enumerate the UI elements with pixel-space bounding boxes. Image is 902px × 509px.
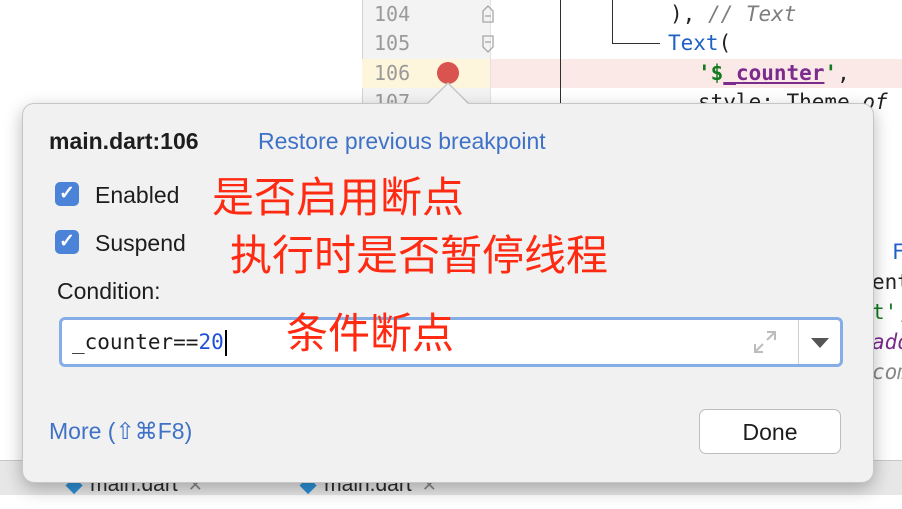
code-fragment: t', [872, 300, 902, 324]
indent-guide [612, 43, 660, 44]
condition-label: Condition: [57, 278, 161, 304]
popup-pointer-fill [427, 84, 469, 105]
line-number-106: 106 [374, 61, 411, 85]
annotation-condition: 条件断点 [286, 309, 455, 358]
text-caret [224, 330, 227, 356]
line-number-104: 104 [374, 2, 411, 26]
more-link[interactable]: More (⇧⌘F8) [49, 418, 192, 445]
breakpoint-popup: main.dart:106 Restore previous breakpoin… [22, 103, 874, 483]
code-fragment: com [872, 360, 902, 384]
code-fragment: ent [872, 270, 902, 294]
line-number-105: 105 [374, 31, 411, 55]
done-button[interactable]: Done [699, 409, 841, 454]
restore-breakpoint-link[interactable]: Restore previous breakpoint [258, 128, 546, 155]
enabled-checkbox[interactable]: ✓ [55, 182, 79, 206]
condition-input-text[interactable]: _counter==20 [72, 320, 227, 364]
code-fragment: add [872, 330, 902, 354]
breakpoint-icon[interactable] [437, 62, 459, 84]
suspend-label: Suspend [95, 230, 186, 256]
code-fragment: F [892, 240, 902, 264]
code-line-105: Text( [668, 31, 732, 55]
fold-marker-icon[interactable] [481, 5, 495, 23]
indent-guide [560, 0, 561, 110]
popup-title: main.dart:106 [49, 128, 199, 154]
fold-marker-icon[interactable] [481, 35, 495, 53]
expand-icon[interactable] [752, 329, 778, 355]
suspend-checkbox[interactable]: ✓ [55, 230, 79, 254]
annotation-enabled: 是否启用断点 [212, 173, 465, 222]
code-line-106: '$_counter', [698, 61, 850, 85]
condition-history-dropdown[interactable] [799, 320, 840, 364]
indent-guide [612, 0, 613, 44]
chevron-down-icon [811, 338, 829, 348]
annotation-suspend: 执行时是否暂停线程 [230, 231, 609, 280]
code-line-104: ), // Text [670, 2, 797, 26]
enabled-label: Enabled [95, 182, 180, 208]
